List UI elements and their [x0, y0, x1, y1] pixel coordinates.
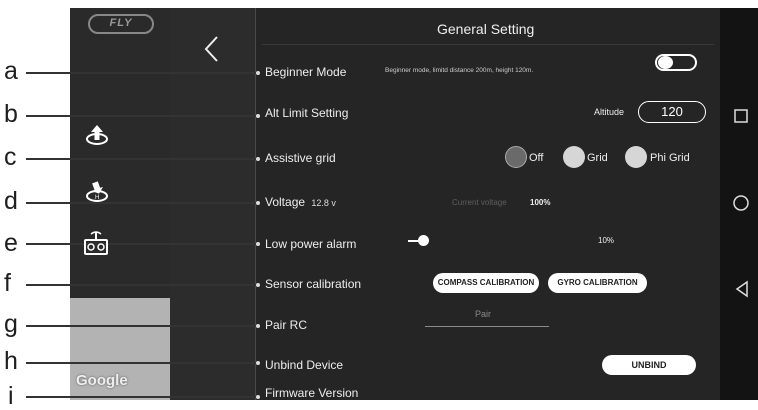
- leader-line-f: [26, 284, 258, 286]
- altitude-label: Altitude: [594, 107, 625, 117]
- callout-d: d: [4, 187, 18, 215]
- firmware-version-label: Firmware Version: [265, 386, 359, 400]
- callout-g: g: [4, 310, 18, 338]
- beginner-mode-description: Beginner mode, limitd distance 200m, hei…: [385, 67, 534, 74]
- header-divider: [262, 44, 714, 45]
- low-power-slider-thumb[interactable]: [418, 235, 429, 246]
- leader-line-i: [26, 396, 258, 398]
- low-power-value: 10%: [598, 236, 615, 245]
- altitude-value: 120: [661, 104, 683, 119]
- callout-a: a: [4, 57, 18, 85]
- back-panel: [170, 8, 255, 400]
- landing-icon[interactable]: H: [84, 178, 110, 204]
- toggle-knob: [658, 56, 673, 69]
- alt-limit-label: Alt Limit Setting: [265, 106, 349, 120]
- back-chevron-icon[interactable]: [202, 34, 220, 64]
- takeoff-icon[interactable]: [84, 122, 110, 148]
- leader-line-d: [26, 202, 258, 204]
- bullet-dot: [256, 395, 260, 399]
- bullet-dot: [256, 114, 260, 118]
- page-title: General Setting: [437, 21, 535, 37]
- bullet-dot: [256, 201, 260, 205]
- callout-h: h: [4, 347, 18, 375]
- grid-radio[interactable]: [563, 146, 585, 168]
- low-power-label: Low power alarm: [265, 237, 357, 251]
- assistive-grid-label: Assistive grid: [265, 151, 336, 165]
- grid-label: Grid: [587, 152, 608, 164]
- unbind-button[interactable]: UNBIND: [602, 355, 696, 375]
- current-voltage-label: Current voltage: [452, 198, 507, 207]
- phi-grid-label: Phi Grid: [650, 152, 690, 164]
- callout-i: i: [8, 382, 14, 410]
- google-watermark: Google: [76, 372, 128, 389]
- bullet-dot: [256, 157, 260, 161]
- beginner-mode-label: Beginner Mode: [265, 65, 347, 79]
- leader-line-h: [26, 362, 258, 364]
- leader-line-b: [26, 115, 258, 117]
- leader-line-a: [26, 72, 258, 74]
- callout-f: f: [4, 269, 11, 297]
- logo-text: FLY: [109, 17, 133, 29]
- pair-text[interactable]: Pair: [475, 309, 491, 319]
- leader-line-c: [26, 158, 258, 160]
- callout-e: e: [4, 229, 18, 257]
- phi-grid-radio[interactable]: [625, 146, 647, 168]
- bullet-dot: [256, 283, 260, 287]
- callout-c: c: [4, 143, 17, 171]
- current-voltage-value: 100%: [530, 198, 551, 207]
- bullet-dot: [256, 242, 260, 246]
- circle-icon[interactable]: [732, 194, 750, 212]
- bullet-dot: [256, 361, 260, 365]
- controller-icon[interactable]: [82, 229, 110, 257]
- callout-b: b: [4, 100, 18, 128]
- beginner-mode-toggle[interactable]: [655, 54, 697, 71]
- voltage-label-text: Voltage: [265, 195, 306, 209]
- grid-off-label: Off: [529, 152, 544, 164]
- compass-calibration-button[interactable]: COMPASS CALIBRATION: [433, 273, 539, 293]
- leader-line-g: [26, 325, 258, 327]
- voltage-value: 12.8 v: [311, 198, 336, 208]
- gyro-calibration-button[interactable]: GYRO CALIBRATION: [548, 273, 647, 293]
- triangle-back-icon[interactable]: [734, 280, 750, 298]
- app-logo: FLY: [88, 14, 154, 34]
- bullet-dot: [256, 324, 260, 328]
- bullet-dot: [256, 71, 260, 75]
- square-icon[interactable]: [733, 108, 749, 124]
- grid-off-radio[interactable]: [505, 146, 527, 168]
- unbind-device-label: Unbind Device: [265, 358, 344, 372]
- pair-underline: [425, 326, 549, 327]
- svg-text:H: H: [95, 195, 99, 201]
- voltage-label: Voltage 12.8 v: [265, 195, 336, 209]
- pair-rc-label: Pair RC: [265, 318, 308, 332]
- sensor-calibration-label: Sensor calibration: [265, 277, 362, 291]
- altitude-input[interactable]: 120: [638, 101, 706, 123]
- leader-line-e: [26, 243, 258, 245]
